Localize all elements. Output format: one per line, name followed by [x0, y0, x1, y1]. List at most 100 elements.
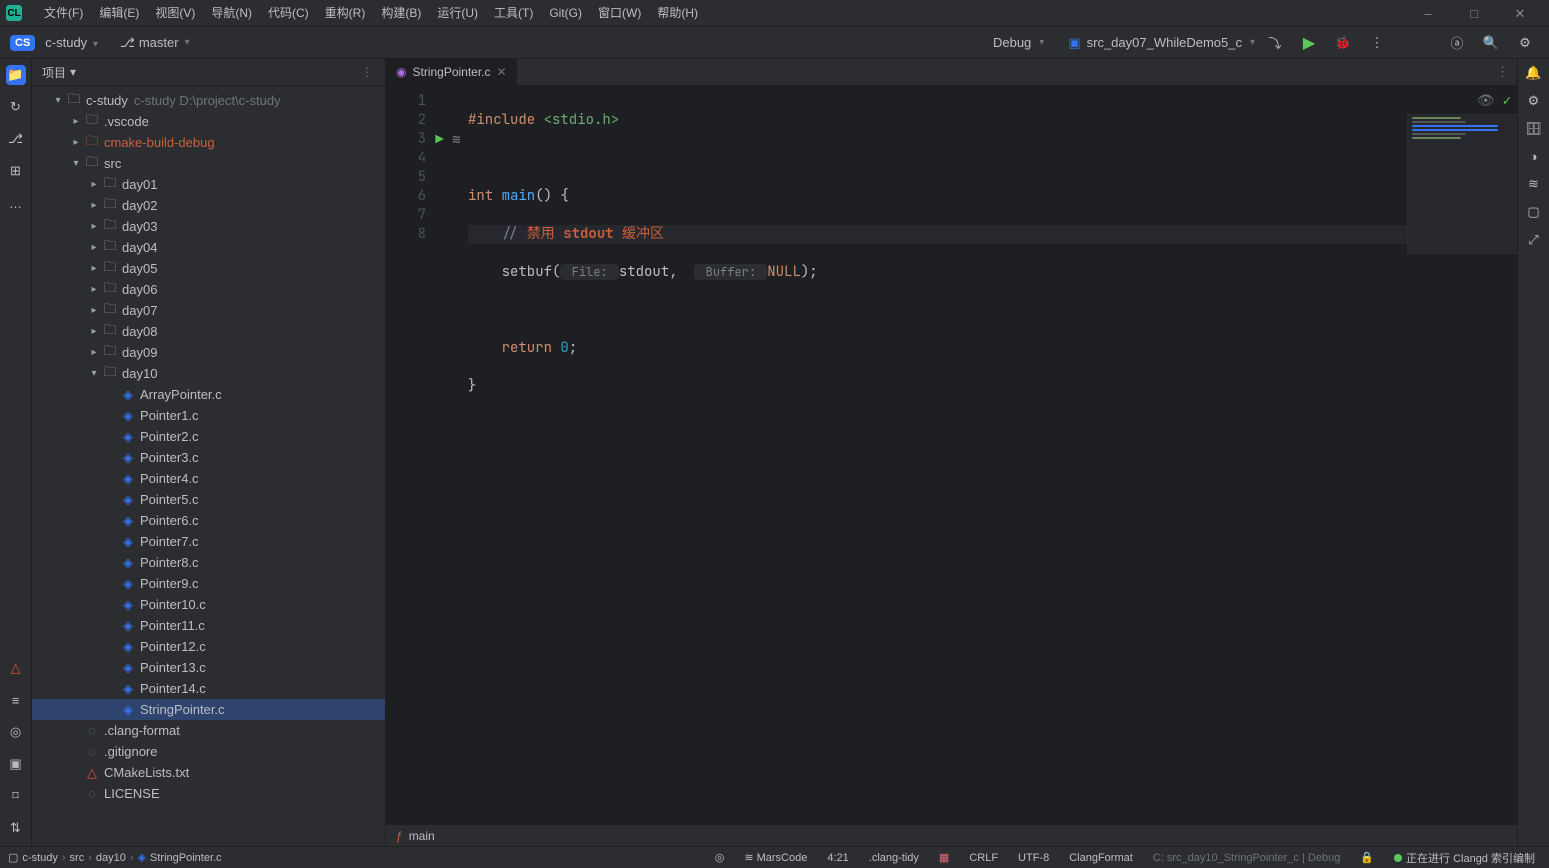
minimap[interactable]: [1407, 114, 1517, 254]
tree-row[interactable]: ▸◌LICENSE: [32, 783, 385, 804]
inspection-eye-icon[interactable]: 👁: [1477, 92, 1495, 110]
more-icon[interactable]: …: [6, 193, 26, 213]
tree-row[interactable]: ▸◈Pointer8.c: [32, 552, 385, 573]
line-number[interactable]: 7: [386, 206, 426, 225]
vcs-branch-selector[interactable]: ⎇ master ▾: [120, 35, 190, 51]
tree-row[interactable]: ▸◈Pointer7.c: [32, 531, 385, 552]
menu-item[interactable]: 窗口(W): [590, 0, 649, 27]
project-tree[interactable]: ▾🗀c-studyc-study D:\project\c-study▸🗀.vs…: [32, 86, 385, 846]
close-button[interactable]: ✕: [1497, 0, 1543, 27]
stepover-button[interactable]: ⤵: [1261, 33, 1289, 52]
search-icon[interactable]: ▢: [1527, 204, 1539, 220]
terminal-icon[interactable]: ⌑: [6, 786, 26, 806]
tree-row[interactable]: ▸🗀day02: [32, 195, 385, 216]
tree-toggle[interactable]: ▸: [86, 200, 102, 211]
tree-row[interactable]: ▸◈Pointer1.c: [32, 405, 385, 426]
menu-item[interactable]: 构建(B): [373, 0, 429, 27]
inspection-ok-icon[interactable]: ✓: [1503, 92, 1511, 110]
cmake-icon[interactable]: △: [6, 658, 26, 678]
tree-row[interactable]: ▸△CMakeLists.txt: [32, 762, 385, 783]
tree-row[interactable]: ▸🗀day05: [32, 258, 385, 279]
services-icon[interactable]: ◑: [1530, 149, 1538, 164]
chevron-down-icon[interactable]: ▾: [70, 65, 76, 79]
indexing-progress[interactable]: 正在进行 Clangd 索引编制: [1388, 850, 1541, 866]
current-function-label[interactable]: main: [409, 829, 435, 843]
code-content[interactable]: #include <stdio.h> int main() { // 禁用 st…: [462, 86, 1517, 824]
menu-item[interactable]: 重构(R): [317, 0, 374, 27]
tree-row[interactable]: ▾🗀src: [32, 153, 385, 174]
menu-item[interactable]: 编辑(E): [91, 0, 147, 27]
line-number[interactable]: 1: [386, 92, 426, 111]
grid-icon[interactable]: ▦: [933, 851, 955, 864]
tree-row[interactable]: ▸◈Pointer12.c: [32, 636, 385, 657]
database-icon[interactable]: 🗄: [1525, 121, 1542, 137]
tree-toggle[interactable]: ▸: [86, 305, 102, 316]
menu-item[interactable]: 文件(F): [36, 0, 91, 27]
notifications-icon[interactable]: 🔔: [1525, 65, 1541, 81]
tree-toggle[interactable]: ▸: [68, 116, 84, 127]
tree-row[interactable]: ▸◈Pointer6.c: [32, 510, 385, 531]
close-icon[interactable]: ✕: [497, 65, 507, 79]
line-number[interactable]: 5: [386, 168, 426, 187]
tree-row[interactable]: ▸◈Pointer4.c: [32, 468, 385, 489]
tree-row[interactable]: ▸◌.clang-format: [32, 720, 385, 741]
lock-icon[interactable]: 🔒: [1354, 851, 1380, 864]
project-icon[interactable]: 📁: [6, 65, 26, 85]
editor-options-icon[interactable]: ⋮: [1488, 64, 1517, 80]
tree-row[interactable]: ▸◈Pointer11.c: [32, 615, 385, 636]
tree-row[interactable]: ▸🗀day04: [32, 237, 385, 258]
tab-stringpointer[interactable]: ◉ StringPointer.c ✕: [386, 59, 518, 85]
tree-toggle[interactable]: ▸: [86, 221, 102, 232]
tree-toggle[interactable]: ▸: [86, 263, 102, 274]
tree-row[interactable]: ▸◈StringPointer.c: [32, 699, 385, 720]
tree-row[interactable]: ▸◈Pointer3.c: [32, 447, 385, 468]
tree-toggle[interactable]: ▸: [86, 326, 102, 337]
menu-item[interactable]: Git(G): [541, 0, 590, 27]
aim-icon[interactable]: ◎: [709, 851, 731, 864]
tree-row[interactable]: ▸◈Pointer5.c: [32, 489, 385, 510]
menu-item[interactable]: 工具(T): [486, 0, 541, 27]
tree-row[interactable]: ▸🗀.vscode: [32, 111, 385, 132]
ai-icon[interactable]: ⚙: [1528, 93, 1540, 109]
translate-button[interactable]: ⓐ: [1443, 33, 1471, 52]
git-tool-icon[interactable]: ⇅: [6, 818, 26, 838]
debug-button[interactable]: 🐞: [1329, 35, 1357, 51]
structure-icon[interactable]: ⊞: [6, 161, 26, 181]
more-button[interactable]: ⋮: [1363, 35, 1391, 51]
tree-row[interactable]: ▸🗀cmake-build-debug: [32, 132, 385, 153]
tree-row[interactable]: ▸🗀day09: [32, 342, 385, 363]
menu-item[interactable]: 帮助(H): [649, 0, 706, 27]
expand-icon[interactable]: ⤢: [1528, 232, 1538, 248]
tree-row[interactable]: ▸◈Pointer14.c: [32, 678, 385, 699]
path-breadcrumb[interactable]: ▢ c-study› src› day10› ◈ StringPointer.c: [8, 851, 222, 864]
tree-row[interactable]: ▸🗀day08: [32, 321, 385, 342]
marscode-icon[interactable]: ≋: [1528, 176, 1539, 192]
tree-toggle[interactable]: ▾: [50, 95, 66, 106]
clang-tidy-status[interactable]: .clang-tidy: [863, 852, 925, 864]
tree-row[interactable]: ▸◈ArrayPointer.c: [32, 384, 385, 405]
formatter-status[interactable]: ClangFormat: [1063, 852, 1139, 864]
search-button[interactable]: 🔍: [1477, 35, 1505, 51]
run-marker-icon[interactable]: ▶: [435, 131, 443, 149]
minimize-button[interactable]: –: [1405, 0, 1451, 27]
tree-row[interactable]: ▸◈Pointer10.c: [32, 594, 385, 615]
tree-row[interactable]: ▾🗀day10: [32, 363, 385, 384]
project-selector[interactable]: c-study ▾: [45, 35, 98, 50]
line-ending-status[interactable]: CRLF: [963, 852, 1004, 864]
line-number[interactable]: 6: [386, 187, 426, 206]
tree-options-icon[interactable]: ⋮: [359, 65, 375, 79]
tree-row[interactable]: ▸🗀day06: [32, 279, 385, 300]
line-number[interactable]: 3: [386, 130, 426, 149]
menu-item[interactable]: 导航(N): [203, 0, 260, 27]
marscode-status[interactable]: ≋ MarsCode: [738, 851, 813, 864]
tree-row[interactable]: ▸◈Pointer13.c: [32, 657, 385, 678]
sync-icon[interactable]: ↻: [6, 97, 26, 117]
tree-toggle[interactable]: ▸: [86, 242, 102, 253]
tree-row[interactable]: ▸◈Pointer2.c: [32, 426, 385, 447]
encoding-status[interactable]: UTF-8: [1012, 852, 1055, 864]
tree-toggle[interactable]: ▾: [68, 158, 84, 169]
tree-toggle[interactable]: ▸: [68, 137, 84, 148]
run-config-selector[interactable]: ▣ src_day07_WhileDemo5_c ▾: [1068, 35, 1255, 51]
tree-row[interactable]: ▸🗀day03: [32, 216, 385, 237]
editor-body[interactable]: 12345678 ▶ ≋ #include <stdio.h> int main…: [386, 86, 1517, 824]
